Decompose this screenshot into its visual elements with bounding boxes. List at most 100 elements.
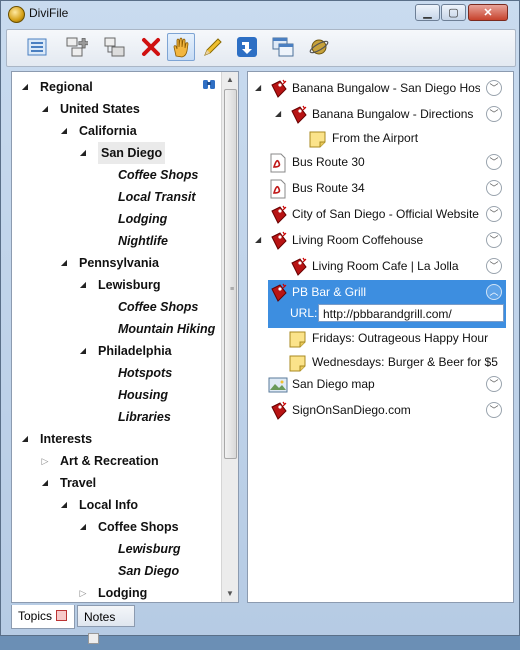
item-row[interactable]: San Diego map ﹀ <box>248 372 510 398</box>
expanded-triangle-icon[interactable]: ◢ <box>275 109 281 118</box>
expanded-triangle-icon[interactable]: ◢ <box>255 287 261 296</box>
item-row[interactable]: Living Room Cafe | La Jolla ﹀ <box>248 254 510 280</box>
item-row[interactable]: Bus Route 30 ﹀ <box>248 150 510 176</box>
collapsed-triangle-icon[interactable]: ▷ <box>78 582 88 602</box>
bookmark-icon <box>271 283 287 302</box>
bookmark-icon <box>271 231 287 250</box>
expanded-triangle-icon[interactable]: ◢ <box>78 274 88 296</box>
tab-notes[interactable]: Notes <box>77 605 135 644</box>
item-label: Banana Bungalow - San Diego Hos <box>292 81 480 95</box>
expand-chevron-icon[interactable]: ﹀ <box>486 106 502 122</box>
item-row[interactable]: ◢ PB Bar & Grill ︿ <box>248 280 510 306</box>
tree-node[interactable]: ◢ Lewisburg <box>12 274 222 296</box>
tree-node[interactable]: Lewisburg <box>12 538 222 560</box>
expand-chevron-icon[interactable]: ﹀ <box>486 180 502 196</box>
edit-button[interactable] <box>199 33 227 61</box>
url-field[interactable]: http://pbbarandgrill.com/ <box>318 304 504 322</box>
title-bar[interactable]: DiviFile ▁ ▢ ✕ <box>1 1 519 27</box>
tree-node[interactable]: Coffee Shops <box>12 164 222 186</box>
note-icon <box>309 131 326 148</box>
expanded-triangle-icon[interactable]: ◢ <box>78 340 88 362</box>
item-row[interactable]: Bus Route 34 ﹀ <box>248 176 510 202</box>
expanded-triangle-icon[interactable]: ◢ <box>59 494 69 516</box>
tab-topics[interactable]: Topics <box>11 605 75 629</box>
item-row[interactable]: ◢ Banana Bungalow - San Diego Hos ﹀ <box>248 76 510 102</box>
web-button[interactable] <box>305 33 333 61</box>
tree-node[interactable]: Libraries <box>12 406 222 428</box>
expanded-triangle-icon[interactable]: ◢ <box>40 472 50 494</box>
tree-node[interactable]: ◢ California <box>12 120 222 142</box>
add-topic-button[interactable] <box>63 33 91 61</box>
scroll-up-arrow-icon[interactable]: ▲ <box>222 72 238 88</box>
app-logo-icon <box>8 6 25 23</box>
tree-node[interactable]: ◢ Interests <box>12 428 222 450</box>
tree-scrollbar[interactable]: ▲ ≡ ▼ <box>221 72 238 602</box>
expand-chevron-icon[interactable]: ﹀ <box>486 154 502 170</box>
tree-node[interactable]: ◢ San Diego <box>12 142 222 164</box>
app-window: DiviFile ▁ ▢ ✕ ◢ Regional ◢ United State… <box>0 0 520 644</box>
list-view-button[interactable] <box>23 33 51 61</box>
tree-node[interactable]: ◢ Local Info <box>12 494 222 516</box>
add-subtopic-button[interactable] <box>101 33 129 61</box>
tree-node[interactable]: ◢ Regional <box>12 76 222 98</box>
tree-node-label: Interests <box>40 432 93 446</box>
expanded-triangle-icon[interactable]: ◢ <box>20 76 30 98</box>
tree-node[interactable]: Lodging <box>12 208 222 230</box>
expand-chevron-icon[interactable]: ﹀ <box>486 80 502 96</box>
item-row[interactable]: ◢ Living Room Coffehouse ﹀ <box>248 228 510 254</box>
tree-node[interactable]: ◢ Travel <box>12 472 222 494</box>
tree-node[interactable]: ◢ Philadelphia <box>12 340 222 362</box>
list-icon <box>27 38 47 56</box>
expand-chevron-icon[interactable]: ﹀ <box>486 232 502 248</box>
tree-node[interactable]: Local Transit <box>12 186 222 208</box>
expanded-triangle-icon[interactable]: ◢ <box>20 428 30 450</box>
tab-close-icon[interactable] <box>56 610 68 621</box>
binoculars-icon[interactable] <box>202 78 216 90</box>
scroll-down-arrow-icon[interactable]: ▼ <box>222 586 238 602</box>
add-node-icon <box>66 37 88 57</box>
item-row[interactable]: Fridays: Outrageous Happy Hour <box>248 326 510 352</box>
tree-node[interactable]: Mountain Hiking <box>12 318 222 340</box>
expanded-triangle-icon[interactable]: ◢ <box>255 235 261 244</box>
expand-chevron-icon[interactable]: ﹀ <box>486 258 502 274</box>
tree-node[interactable]: Nightlife <box>12 230 222 252</box>
minimize-button[interactable]: ▁ <box>415 4 440 21</box>
item-row[interactable]: SignOnSanDiego.com ﹀ <box>248 398 510 424</box>
close-button[interactable]: ✕ <box>468 4 508 21</box>
collapsed-triangle-icon[interactable]: ▷ <box>40 450 50 472</box>
grip-icon: ≡ <box>230 286 235 293</box>
expanded-triangle-icon[interactable]: ◢ <box>59 252 69 274</box>
item-row[interactable]: ◢ Banana Bungalow - Directions ﹀ <box>248 102 510 128</box>
maximize-button[interactable]: ▢ <box>441 4 466 21</box>
expand-chevron-icon[interactable]: ﹀ <box>486 402 502 418</box>
expand-chevron-icon[interactable]: ﹀ <box>486 206 502 222</box>
expanded-triangle-icon[interactable]: ◢ <box>78 142 88 164</box>
item-row[interactable]: From the Airport <box>248 126 510 152</box>
expanded-triangle-icon[interactable]: ◢ <box>59 120 69 142</box>
windows-button[interactable] <box>269 33 297 61</box>
item-row[interactable]: City of San Diego - Official Website ﹀ <box>248 202 510 228</box>
expanded-triangle-icon[interactable]: ◢ <box>78 516 88 538</box>
pan-button[interactable] <box>167 33 195 61</box>
expanded-triangle-icon[interactable]: ◢ <box>40 98 50 120</box>
tree-node[interactable]: ▷ Lodging <box>12 582 222 602</box>
tree-node[interactable]: San Diego <box>12 560 222 582</box>
tree-node[interactable]: ◢ Coffee Shops <box>12 516 222 538</box>
expand-chevron-icon[interactable]: ﹀ <box>486 376 502 392</box>
tree-node[interactable]: Housing <box>12 384 222 406</box>
scroll-thumb[interactable]: ≡ <box>224 89 237 459</box>
expanded-triangle-icon[interactable]: ◢ <box>255 83 261 92</box>
tree-node-label: Coffee Shops <box>98 520 179 534</box>
tree-node-label: Pennsylvania <box>79 256 159 270</box>
tree-node-label: San Diego <box>98 142 166 164</box>
collapse-chevron-icon[interactable]: ︿ <box>486 284 502 300</box>
import-button[interactable] <box>233 33 261 61</box>
item-label: San Diego map <box>292 377 375 391</box>
tree-node[interactable]: Hotspots <box>12 362 222 384</box>
tree-node[interactable]: Coffee Shops <box>12 296 222 318</box>
tree-node[interactable]: ◢ United States <box>12 98 222 120</box>
tree-node[interactable]: ▷ Art & Recreation <box>12 450 222 472</box>
tab-close-icon[interactable] <box>88 633 99 644</box>
tree-node[interactable]: ◢ Pennsylvania <box>12 252 222 274</box>
delete-button[interactable] <box>137 33 165 61</box>
